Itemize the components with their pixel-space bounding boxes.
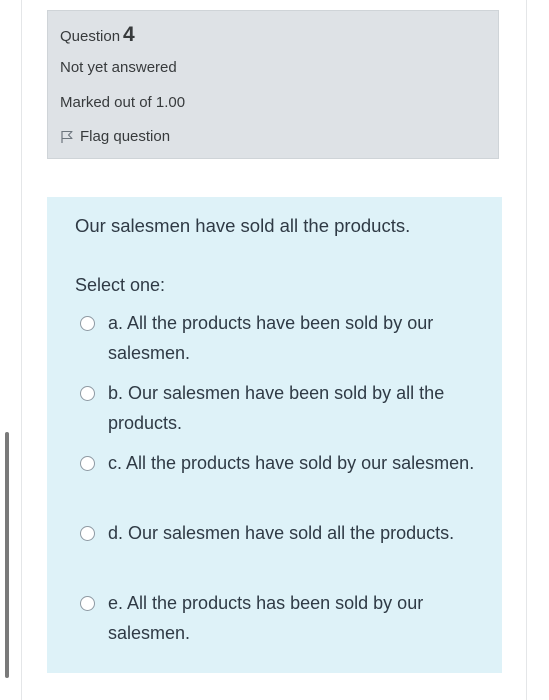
radio-unselected-icon[interactable] [80, 596, 95, 611]
question-number: 4 [123, 23, 135, 46]
question-content-panel: Our salesmen have sold all the products.… [47, 197, 502, 673]
question-heading: Question 4 [60, 23, 135, 47]
select-one-prompt: Select one: [75, 275, 166, 295]
answer-option-label: e. All the products has been sold by our… [108, 593, 424, 643]
radio-unselected-icon[interactable] [80, 456, 95, 471]
answer-option-label: a. All the products have been sold by ou… [108, 313, 434, 363]
question-state: Not yet answered [60, 59, 177, 76]
answer-option-label: c. All the products have sold by our sal… [108, 453, 475, 473]
flag-question-label: Flag question [80, 128, 171, 145]
answer-option-label: b. Our salesmen have been sold by all th… [108, 383, 445, 433]
flag-question-link[interactable]: Flag question [60, 128, 170, 145]
frame-left-border [21, 0, 22, 700]
answer-option-label: d. Our salesmen have sold all the produc… [108, 523, 455, 543]
radio-unselected-icon[interactable] [80, 316, 95, 331]
scroll-indicator[interactable] [5, 432, 9, 678]
radio-unselected-icon[interactable] [80, 386, 95, 401]
quiz-page: Question 4 Not yet answered Marked out of… [0, 0, 549, 700]
question-info-panel: Question 4 Not yet answered Marked out of… [47, 10, 499, 159]
question-label: Question [60, 28, 121, 45]
frame-right-border [526, 0, 527, 700]
radio-unselected-icon[interactable] [80, 526, 95, 541]
question-grade: Marked out of 1.00 [60, 94, 186, 111]
flag-icon [60, 130, 74, 144]
question-text: Our salesmen have sold all the products. [75, 215, 411, 236]
